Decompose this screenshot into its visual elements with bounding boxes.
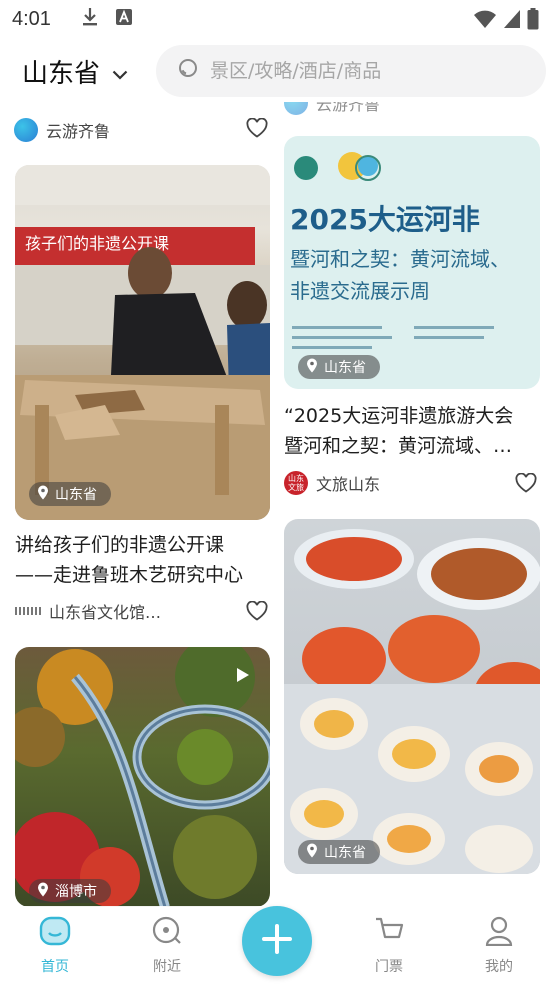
- province-selector[interactable]: 山东省: [22, 53, 152, 90]
- author-avatar: [14, 118, 38, 142]
- location-pin-icon: [37, 882, 49, 901]
- card-image: 淄博市: [15, 647, 270, 907]
- signal-icon: [503, 9, 521, 33]
- province-label: 山东省: [22, 58, 101, 89]
- location-text: 山东省: [324, 360, 366, 376]
- wifi-icon: [473, 9, 497, 33]
- font-a-icon: [115, 8, 133, 30]
- download-icon: [81, 7, 99, 31]
- search-bar[interactable]: [156, 45, 546, 97]
- skywalk-photo: [15, 647, 270, 907]
- location-tag: 淄博市: [29, 879, 111, 903]
- bottom-navigation: 首页 附近 门票 我的: [0, 906, 553, 984]
- author-name: 山东省文化馆…: [49, 603, 162, 622]
- heart-icon[interactable]: [515, 472, 537, 497]
- author-avatar: [15, 607, 41, 615]
- location-pin-icon: [37, 485, 49, 504]
- video-play-icon: [236, 667, 250, 687]
- nav-label: 首页: [41, 959, 69, 975]
- location-tag: 山东省: [298, 840, 380, 864]
- card-image: 山东省: [284, 519, 540, 874]
- author-name: 文旅山东: [316, 475, 381, 494]
- poster-subline: 暨河和之契：黄河流域、: [290, 247, 510, 271]
- nav-label: 门票: [375, 959, 403, 975]
- location-text: 淄博市: [55, 884, 97, 900]
- status-bar: 4:01: [0, 0, 553, 38]
- card-title-line: 讲给孩子们的非遗公开课: [15, 534, 225, 556]
- card-title-line: 暨河和之契：黄河流域、…: [284, 435, 513, 457]
- content-feed[interactable]: 云游齐鲁 孩子们的非遗公开课 山东省 讲给孩子们的非遗公开课 ——走进鲁班木艺研…: [0, 102, 553, 984]
- feed-card[interactable]: 2025大运河非 暨河和之契：黄河流域、 非遗交流展示周 山东省 “2025大运…: [284, 136, 540, 506]
- publish-button[interactable]: [242, 906, 312, 976]
- poster-headline: 2025大运河非: [290, 203, 480, 236]
- nav-item-tickets[interactable]: 门票: [349, 916, 429, 976]
- location-tag: 山东省: [29, 482, 111, 506]
- card-image: 2025大运河非 暨河和之契：黄河流域、 非遗交流展示周 山东省: [284, 136, 540, 389]
- nav-item-profile[interactable]: 我的: [459, 916, 539, 976]
- author-avatar-text: 山东文旅: [288, 474, 304, 492]
- poster-subline: 非遗交流展示周: [290, 279, 430, 303]
- chevron-down-icon: [112, 57, 128, 87]
- compass-icon: [151, 916, 183, 950]
- feed-card[interactable]: 山东省: [284, 519, 540, 919]
- location-tag: 山东省: [298, 355, 380, 379]
- search-input[interactable]: [210, 60, 510, 82]
- app-screen: 4:01 山东省 景区/攻略/酒店/商品 云游齐鲁 孩子们的非遗公开课 山东省 …: [0, 0, 553, 984]
- card-title-line: ——走进鲁班木艺研究中心: [15, 564, 244, 586]
- author-name: 云游齐鲁: [46, 122, 111, 141]
- card-author-row: 云游齐鲁: [284, 102, 380, 118]
- card-title: 讲给孩子们的非遗公开课 ——走进鲁班木艺研究中心: [15, 530, 270, 592]
- home-icon: [39, 916, 71, 950]
- card-title: “2025大运河非遗旅游大会 暨河和之契：黄河流域、…: [284, 401, 540, 463]
- card-author-row: 山东文旅 文旅山东: [284, 468, 380, 498]
- author-avatar: 山东文旅: [284, 471, 308, 495]
- feed-card[interactable]: 孩子们的非遗公开课 山东省 讲给孩子们的非遗公开课 ——走进鲁班木艺研究中心 山…: [15, 165, 270, 631]
- heart-icon[interactable]: [246, 117, 268, 142]
- woodworking-photo: 孩子们的非遗公开课: [15, 165, 270, 520]
- user-icon: [483, 916, 515, 950]
- plus-icon: [261, 923, 293, 959]
- card-author-row: 云游齐鲁: [14, 115, 110, 145]
- nav-label: 我的: [485, 959, 513, 975]
- search-icon: [178, 58, 200, 84]
- location-text: 山东省: [324, 845, 366, 861]
- heart-icon[interactable]: [246, 600, 268, 625]
- location-text: 山东省: [55, 487, 97, 503]
- location-pin-icon: [306, 843, 318, 862]
- card-title-line: “2025大运河非遗旅游大会: [284, 405, 514, 427]
- nav-label: 附近: [153, 959, 181, 975]
- event-poster: 2025大运河非 暨河和之契：黄河流域、 非遗交流展示周: [290, 152, 510, 349]
- card-image: 孩子们的非遗公开课 山东省: [15, 165, 270, 520]
- battery-icon: [527, 8, 539, 34]
- card-author-row: 山东省文化馆…: [15, 596, 161, 626]
- nav-item-nearby[interactable]: 附近: [127, 916, 207, 976]
- status-time: 4:01: [12, 7, 51, 30]
- author-avatar: [284, 102, 308, 115]
- author-name: 云游齐鲁: [316, 102, 381, 114]
- nav-item-home[interactable]: 首页: [15, 916, 95, 976]
- location-pin-icon: [306, 358, 318, 377]
- seafood-photo: [284, 529, 540, 874]
- cart-icon: [373, 916, 405, 950]
- top-header: 山东省: [0, 40, 553, 102]
